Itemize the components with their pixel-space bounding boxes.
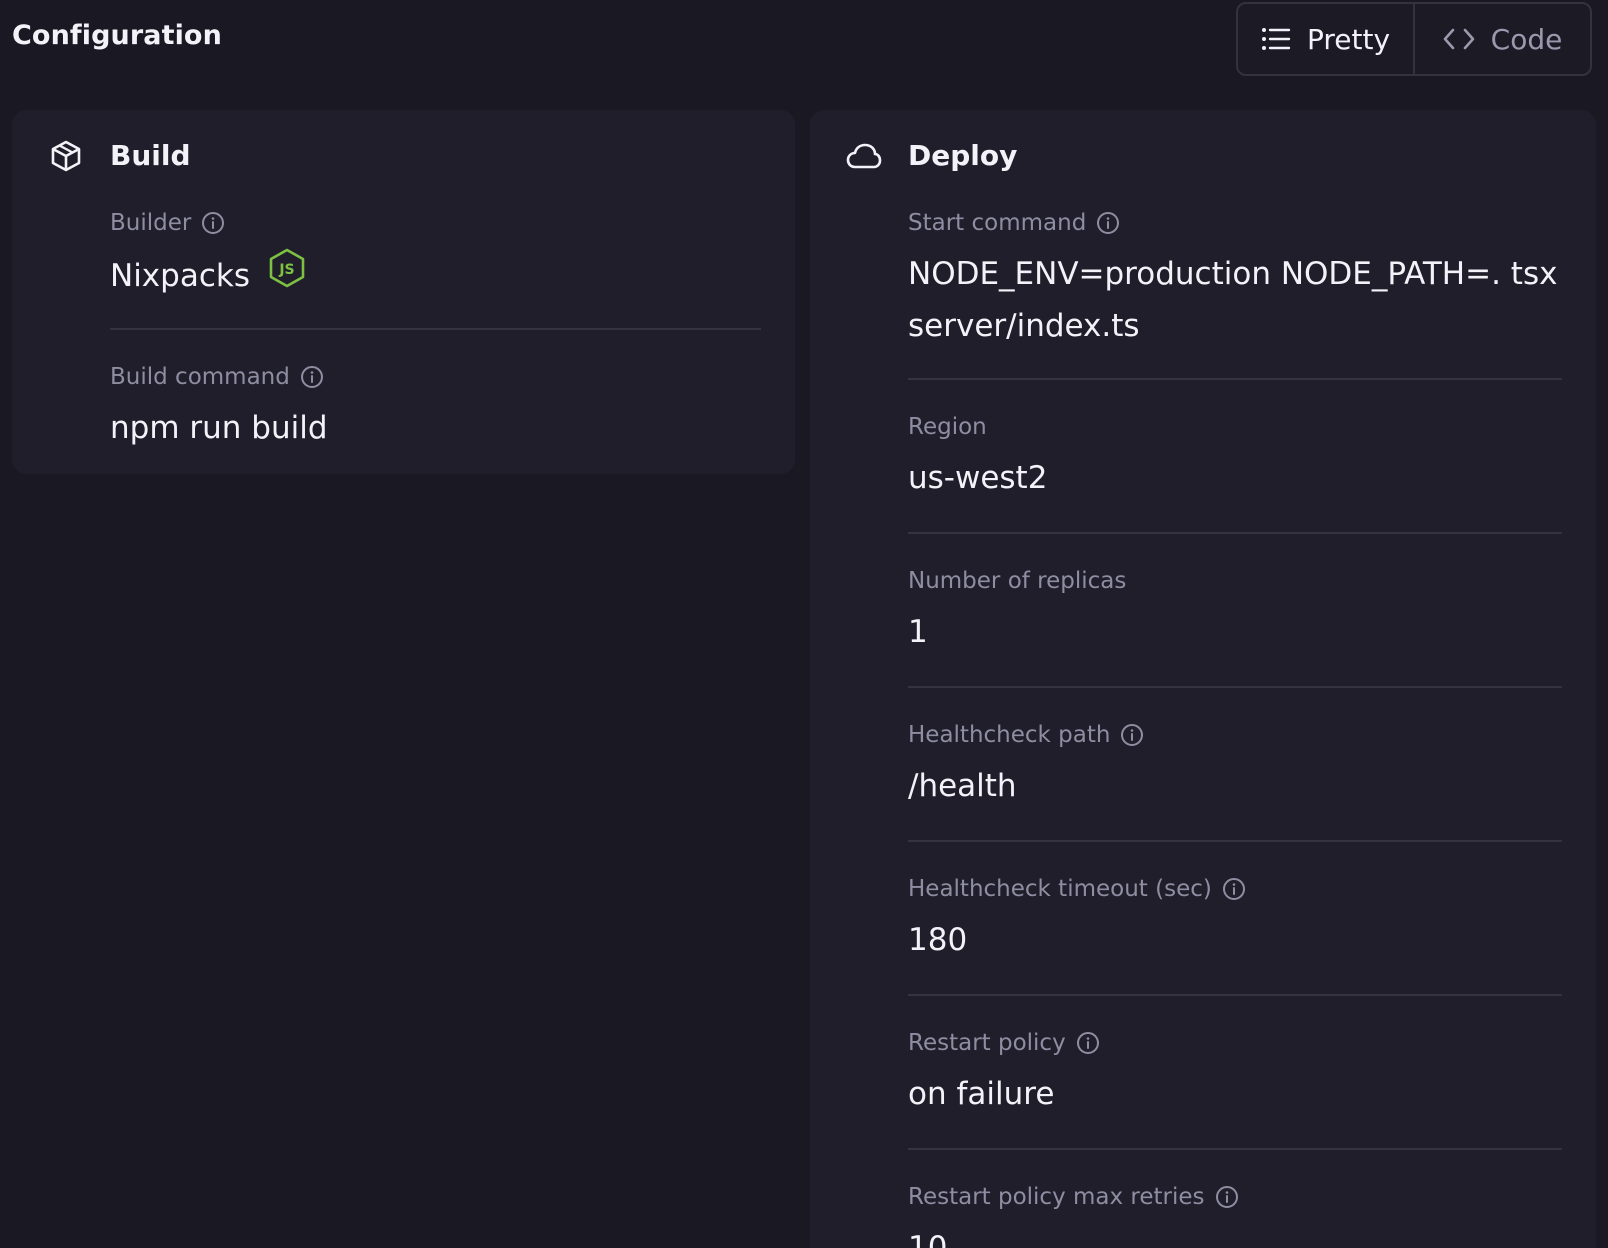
start-command-label-row: Start command	[908, 208, 1562, 238]
build-command-label: Build command	[110, 364, 290, 390]
info-icon[interactable]	[1222, 877, 1246, 901]
healthcheck-path-label-row: Healthcheck path	[908, 720, 1562, 750]
restart-policy-label-row: Restart policy	[908, 1028, 1562, 1058]
page-title: Configuration	[12, 20, 222, 51]
region-label: Region	[908, 414, 987, 440]
view-toggle: Pretty Code	[1236, 2, 1592, 76]
start-command-field: Start command NODE_ENV=production NODE_P…	[908, 208, 1562, 352]
deploy-card: Deploy Start command NODE_ENV=production…	[810, 110, 1596, 1248]
cube-icon	[48, 138, 84, 174]
healthcheck-timeout-value: 180	[908, 922, 968, 958]
restart-max-retries-label: Restart policy max retries	[908, 1184, 1205, 1210]
builder-label-row: Builder	[110, 208, 761, 238]
code-brackets-icon	[1443, 26, 1475, 52]
info-icon[interactable]	[201, 211, 225, 235]
code-label: Code	[1490, 22, 1563, 56]
healthcheck-path-label: Healthcheck path	[908, 722, 1111, 748]
replicas-divider	[908, 686, 1562, 688]
healthcheck-path-divider	[908, 840, 1562, 842]
start-command-line-2: server/index.ts	[908, 308, 1140, 344]
builder-value-row: Nixpacks JS	[110, 248, 761, 304]
info-icon[interactable]	[1120, 723, 1144, 747]
restart-max-retries-label-row: Restart policy max retries	[908, 1182, 1562, 1212]
start-command-value: NODE_ENV=production NODE_PATH=. tsx serv…	[908, 248, 1562, 352]
builder-value: Nixpacks	[110, 258, 250, 294]
healthcheck-timeout-label: Healthcheck timeout (sec)	[908, 876, 1212, 902]
info-icon[interactable]	[300, 365, 324, 389]
replicas-value: 1	[908, 614, 928, 650]
restart-policy-label: Restart policy	[908, 1030, 1066, 1056]
pretty-view-button[interactable]: Pretty	[1238, 4, 1415, 74]
deploy-header	[846, 138, 882, 174]
build-card: Build Builder Nixpacks JS Build command …	[12, 110, 795, 474]
replicas-label-row: Number of replicas	[908, 566, 1562, 596]
restart-policy-value: on failure	[908, 1076, 1055, 1112]
info-icon[interactable]	[1215, 1185, 1239, 1209]
builder-label: Builder	[110, 210, 192, 236]
deploy-title: Deploy	[908, 139, 1018, 172]
code-view-button[interactable]: Code	[1415, 4, 1590, 74]
replicas-field: Number of replicas 1	[908, 566, 1562, 658]
build-title: Build	[110, 139, 191, 172]
build-command-label-row: Build command	[110, 362, 761, 392]
region-field: Region us-west2	[908, 412, 1562, 504]
configuration-page: Configuration Pretty Code Build Builder …	[0, 0, 1608, 1248]
restart-max-retries-field: Restart policy max retries 10	[908, 1182, 1562, 1248]
region-divider	[908, 532, 1562, 534]
build-divider	[110, 328, 761, 330]
replicas-label: Number of replicas	[908, 568, 1127, 594]
pretty-label: Pretty	[1306, 22, 1391, 56]
healthcheck-timeout-label-row: Healthcheck timeout (sec)	[908, 874, 1562, 904]
cloud-icon	[846, 138, 882, 174]
start-command-label: Start command	[908, 210, 1087, 236]
region-value: us-west2	[908, 460, 1048, 496]
restart-policy-divider	[908, 1148, 1562, 1150]
build-command-value: npm run build	[110, 410, 328, 446]
info-icon[interactable]	[1076, 1031, 1100, 1055]
nodejs-icon: JS	[268, 248, 306, 304]
healthcheck-path-value: /health	[908, 768, 1017, 804]
start-command-line-1: NODE_ENV=production NODE_PATH=. tsx	[908, 256, 1558, 292]
svg-text:JS: JS	[278, 262, 294, 278]
region-label-row: Region	[908, 412, 1562, 442]
builder-field: Builder Nixpacks JS	[110, 208, 761, 304]
healthcheck-path-field: Healthcheck path /health	[908, 720, 1562, 812]
start-command-divider	[908, 378, 1562, 380]
info-icon[interactable]	[1096, 211, 1120, 235]
build-command-field: Build command npm run build	[110, 362, 761, 454]
list-icon	[1261, 26, 1291, 52]
build-header	[48, 138, 84, 174]
healthcheck-timeout-field: Healthcheck timeout (sec) 180	[908, 874, 1562, 966]
restart-policy-field: Restart policy on failure	[908, 1028, 1562, 1120]
restart-max-retries-value: 10	[908, 1230, 948, 1248]
healthcheck-timeout-divider	[908, 994, 1562, 996]
